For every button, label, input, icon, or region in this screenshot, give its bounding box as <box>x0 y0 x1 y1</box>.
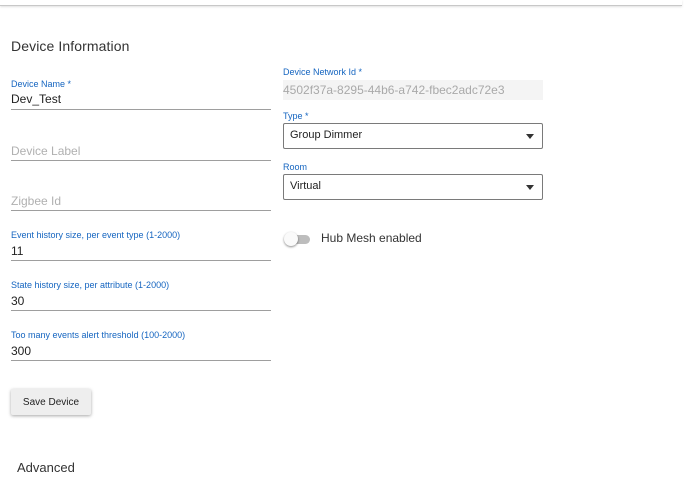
chevron-down-icon <box>526 185 534 190</box>
state-history-label: State history size, per attribute (1-200… <box>11 280 170 290</box>
toggle-thumb <box>284 232 298 246</box>
zigbee-id-placeholder[interactable]: Zigbee Id <box>11 194 61 208</box>
type-select[interactable]: Group Dimmer <box>283 123 543 149</box>
section-title: Device Information <box>11 38 130 54</box>
device-label-placeholder[interactable]: Device Label <box>11 144 80 158</box>
event-history-label: Event history size, per event type (1-20… <box>11 230 181 240</box>
zigbee-id-field[interactable]: Zigbee Id <box>11 190 271 212</box>
state-history-underline <box>11 310 271 311</box>
save-device-button[interactable]: Save Device <box>11 389 91 415</box>
hub-mesh-label: Hub Mesh enabled <box>321 231 422 245</box>
network-id-label: Device Network Id * <box>283 67 363 77</box>
device-label-field[interactable]: Device Label <box>11 140 271 162</box>
top-divider <box>0 0 682 6</box>
room-label: Room <box>283 162 308 172</box>
device-name-underline <box>11 109 271 110</box>
device-name-label: Device Name * <box>11 79 72 89</box>
alert-threshold-label: Too many events alert threshold (100-200… <box>11 330 186 340</box>
type-selected-value: Group Dimmer <box>290 129 363 141</box>
type-field: Type * Group Dimmer <box>283 111 543 151</box>
type-label: Type * <box>283 111 309 121</box>
event-history-underline <box>11 260 271 261</box>
chevron-down-icon <box>526 134 534 139</box>
event-history-field[interactable]: Event history size, per event type (1-20… <box>11 230 271 262</box>
network-id-value: 4502f37a-8295-44b6-a742-fbec2adc72e3 <box>283 83 505 97</box>
advanced-section-title[interactable]: Advanced <box>17 460 75 475</box>
state-history-value[interactable]: 30 <box>11 294 24 308</box>
room-field: Room Virtual <box>283 162 543 202</box>
alert-threshold-value[interactable]: 300 <box>11 344 31 358</box>
device-name-field[interactable]: Device Name * Dev_Test <box>11 79 271 111</box>
network-id-field: Device Network Id * 4502f37a-8295-44b6-a… <box>283 67 543 101</box>
room-selected-value: Virtual <box>290 180 321 192</box>
room-select[interactable]: Virtual <box>283 174 543 200</box>
device-label-underline <box>11 160 271 161</box>
zigbee-id-underline <box>11 210 271 211</box>
alert-threshold-field[interactable]: Too many events alert threshold (100-200… <box>11 330 271 362</box>
alert-threshold-underline <box>11 360 271 361</box>
state-history-field[interactable]: State history size, per attribute (1-200… <box>11 280 271 312</box>
device-name-value[interactable]: Dev_Test <box>11 92 61 106</box>
hub-mesh-toggle[interactable] <box>284 232 310 246</box>
network-id-box: 4502f37a-8295-44b6-a742-fbec2adc72e3 <box>283 80 543 100</box>
event-history-value[interactable]: 11 <box>11 244 23 258</box>
